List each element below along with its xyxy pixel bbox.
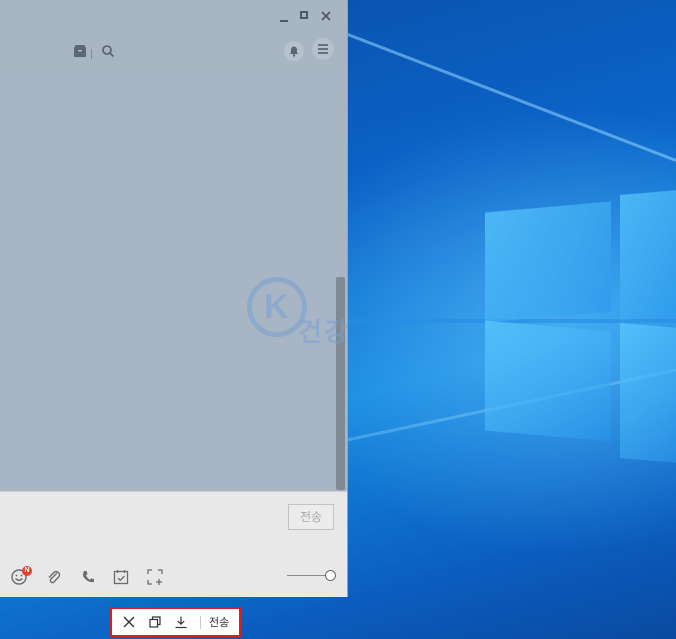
close-icon[interactable] bbox=[122, 615, 136, 629]
windows-logo-pane bbox=[485, 201, 611, 323]
title-bar[interactable] bbox=[0, 0, 347, 34]
chat-message-area[interactable] bbox=[0, 70, 347, 491]
close-icon[interactable] bbox=[319, 9, 333, 23]
toolbar-divider bbox=[91, 49, 92, 59]
bell-icon[interactable] bbox=[284, 41, 304, 61]
windows-logo-pane bbox=[620, 322, 676, 465]
download-icon[interactable] bbox=[174, 615, 188, 629]
watermark-letter: K bbox=[264, 288, 289, 326]
light-beam bbox=[339, 30, 676, 177]
capture-toolbar: 전송 bbox=[110, 607, 241, 637]
capture-icon[interactable] bbox=[146, 568, 164, 586]
maximize-icon[interactable] bbox=[298, 9, 312, 23]
windows-logo bbox=[480, 180, 676, 470]
windows-logo-pane bbox=[620, 188, 676, 321]
watermark-text: 건강 bbox=[298, 317, 350, 347]
phone-icon[interactable] bbox=[79, 568, 97, 586]
capture-send-button[interactable]: 전송 bbox=[209, 616, 229, 630]
chat-toolbar bbox=[0, 34, 347, 71]
capture-toolbar-divider bbox=[200, 616, 201, 629]
font-size-slider[interactable] bbox=[287, 575, 327, 576]
chat-scrollbar[interactable] bbox=[336, 277, 345, 490]
font-size-slider-knob[interactable] bbox=[325, 570, 336, 581]
calendar-icon[interactable] bbox=[112, 568, 130, 586]
message-input-area[interactable]: 전송 N bbox=[0, 491, 347, 597]
windows-logo-pane bbox=[485, 320, 611, 442]
new-badge: N bbox=[22, 566, 32, 576]
send-button[interactable]: 전송 bbox=[288, 504, 334, 530]
menu-icon[interactable] bbox=[312, 38, 334, 60]
search-icon[interactable] bbox=[98, 41, 118, 61]
drawer-icon[interactable] bbox=[70, 41, 90, 61]
copy-icon[interactable] bbox=[148, 615, 162, 629]
minimize-icon[interactable] bbox=[277, 9, 291, 23]
clip-icon[interactable] bbox=[45, 568, 63, 586]
